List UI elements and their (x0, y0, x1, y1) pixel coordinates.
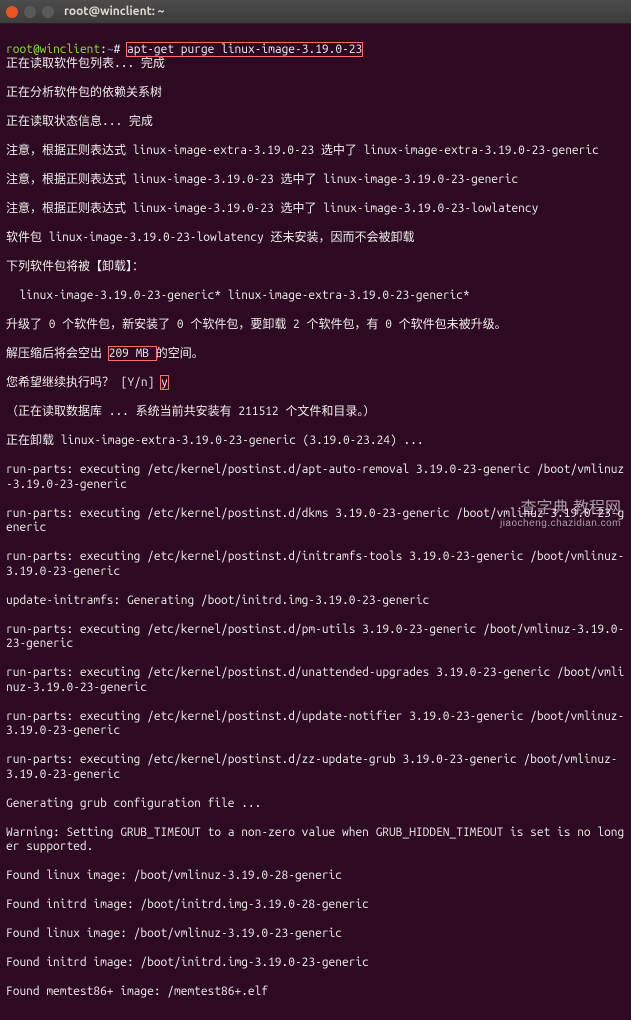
output-line: Found memtest86+ image: /memtest86+.elf (6, 985, 625, 1000)
maximize-icon[interactable] (42, 6, 54, 18)
terminal-output[interactable]: root@winclient:~# apt-get purge linux-im… (0, 24, 631, 1020)
output-line: run-parts: executing /etc/kernel/postins… (6, 710, 625, 739)
output-line: run-parts: executing /etc/kernel/postins… (6, 550, 625, 579)
output-line: run-parts: executing /etc/kernel/postins… (6, 623, 625, 652)
output-line: 注意，根据正则表达式 linux-image-3.19.0-23 选中了 lin… (6, 173, 625, 188)
output-line: 正在读取状态信息... 完成 (6, 115, 625, 130)
output-text: 的空间。 (156, 347, 204, 360)
output-line: Generating grub configuration file ... (6, 797, 625, 812)
output-line: Found initrd image: /boot/initrd.img-3.1… (6, 956, 625, 971)
output-line: 注意，根据正则表达式 linux-image-extra-3.19.0-23 选… (6, 144, 625, 159)
output-line: run-parts: executing /etc/kernel/postins… (6, 666, 625, 695)
output-line: 正在分析软件包的依赖关系树 (6, 86, 625, 101)
output-line: Warning: Setting GRUB_TIMEOUT to a non-z… (6, 826, 625, 855)
window-titlebar: root@winclient: ~ (0, 0, 631, 24)
output-line: （正在读取数据库 ... 系统当前共安装有 211512 个文件和目录。） (6, 405, 625, 420)
confirm-answer: y (161, 376, 168, 389)
close-icon[interactable] (6, 6, 18, 18)
output-line: 下列软件包将被【卸载】： (6, 260, 625, 275)
freed-space: 209 MB (109, 347, 156, 360)
prompt-user: root (6, 43, 33, 56)
output-line: 正在读取软件包列表... 完成 (6, 57, 625, 72)
minimize-icon[interactable] (24, 6, 36, 18)
output-line: Found initrd image: /boot/initrd.img-3.1… (6, 898, 625, 913)
output-line: Found linux image: /boot/vmlinuz-3.19.0-… (6, 927, 625, 942)
output-line: 软件包 linux-image-3.19.0-23-lowlatency 还未安… (6, 231, 625, 246)
output-line: linux-image-3.19.0-23-generic* linux-ima… (6, 289, 625, 304)
prompt-colon: : (100, 43, 107, 56)
confirm-prompt: 您希望继续执行吗？ [Y/n] (6, 376, 161, 389)
prompt-sep: @ (33, 43, 40, 56)
output-line: run-parts: executing /etc/kernel/postins… (6, 753, 625, 782)
output-line: 升级了 0 个软件包，新安装了 0 个软件包，要卸载 2 个软件包，有 0 个软… (6, 318, 625, 333)
output-line: update-initramfs: Generating /boot/initr… (6, 594, 625, 609)
prompt-host: winclient (40, 43, 100, 56)
prompt-hash: # (114, 43, 127, 56)
window-title: root@winclient: ~ (64, 5, 164, 18)
output-line: run-parts: executing /etc/kernel/postins… (6, 463, 625, 492)
output-line: run-parts: executing /etc/kernel/postins… (6, 507, 625, 536)
output-line: 注意，根据正则表达式 linux-image-3.19.0-23 选中了 lin… (6, 202, 625, 217)
window-buttons (6, 6, 54, 18)
output-line: 正在卸载 linux-image-extra-3.19.0-23-generic… (6, 434, 625, 449)
output-line: 解压缩后将会空出 209 MB 的空间。 (6, 347, 625, 362)
output-text: 解压缩后将会空出 (6, 347, 109, 360)
output-line: 您希望继续执行吗？ [Y/n] y (6, 376, 625, 391)
command-input: apt-get purge linux-image-3.19.0-23 (127, 43, 362, 56)
prompt-path: ~ (107, 43, 114, 56)
output-line: Found linux image: /boot/vmlinuz-3.19.0-… (6, 869, 625, 884)
